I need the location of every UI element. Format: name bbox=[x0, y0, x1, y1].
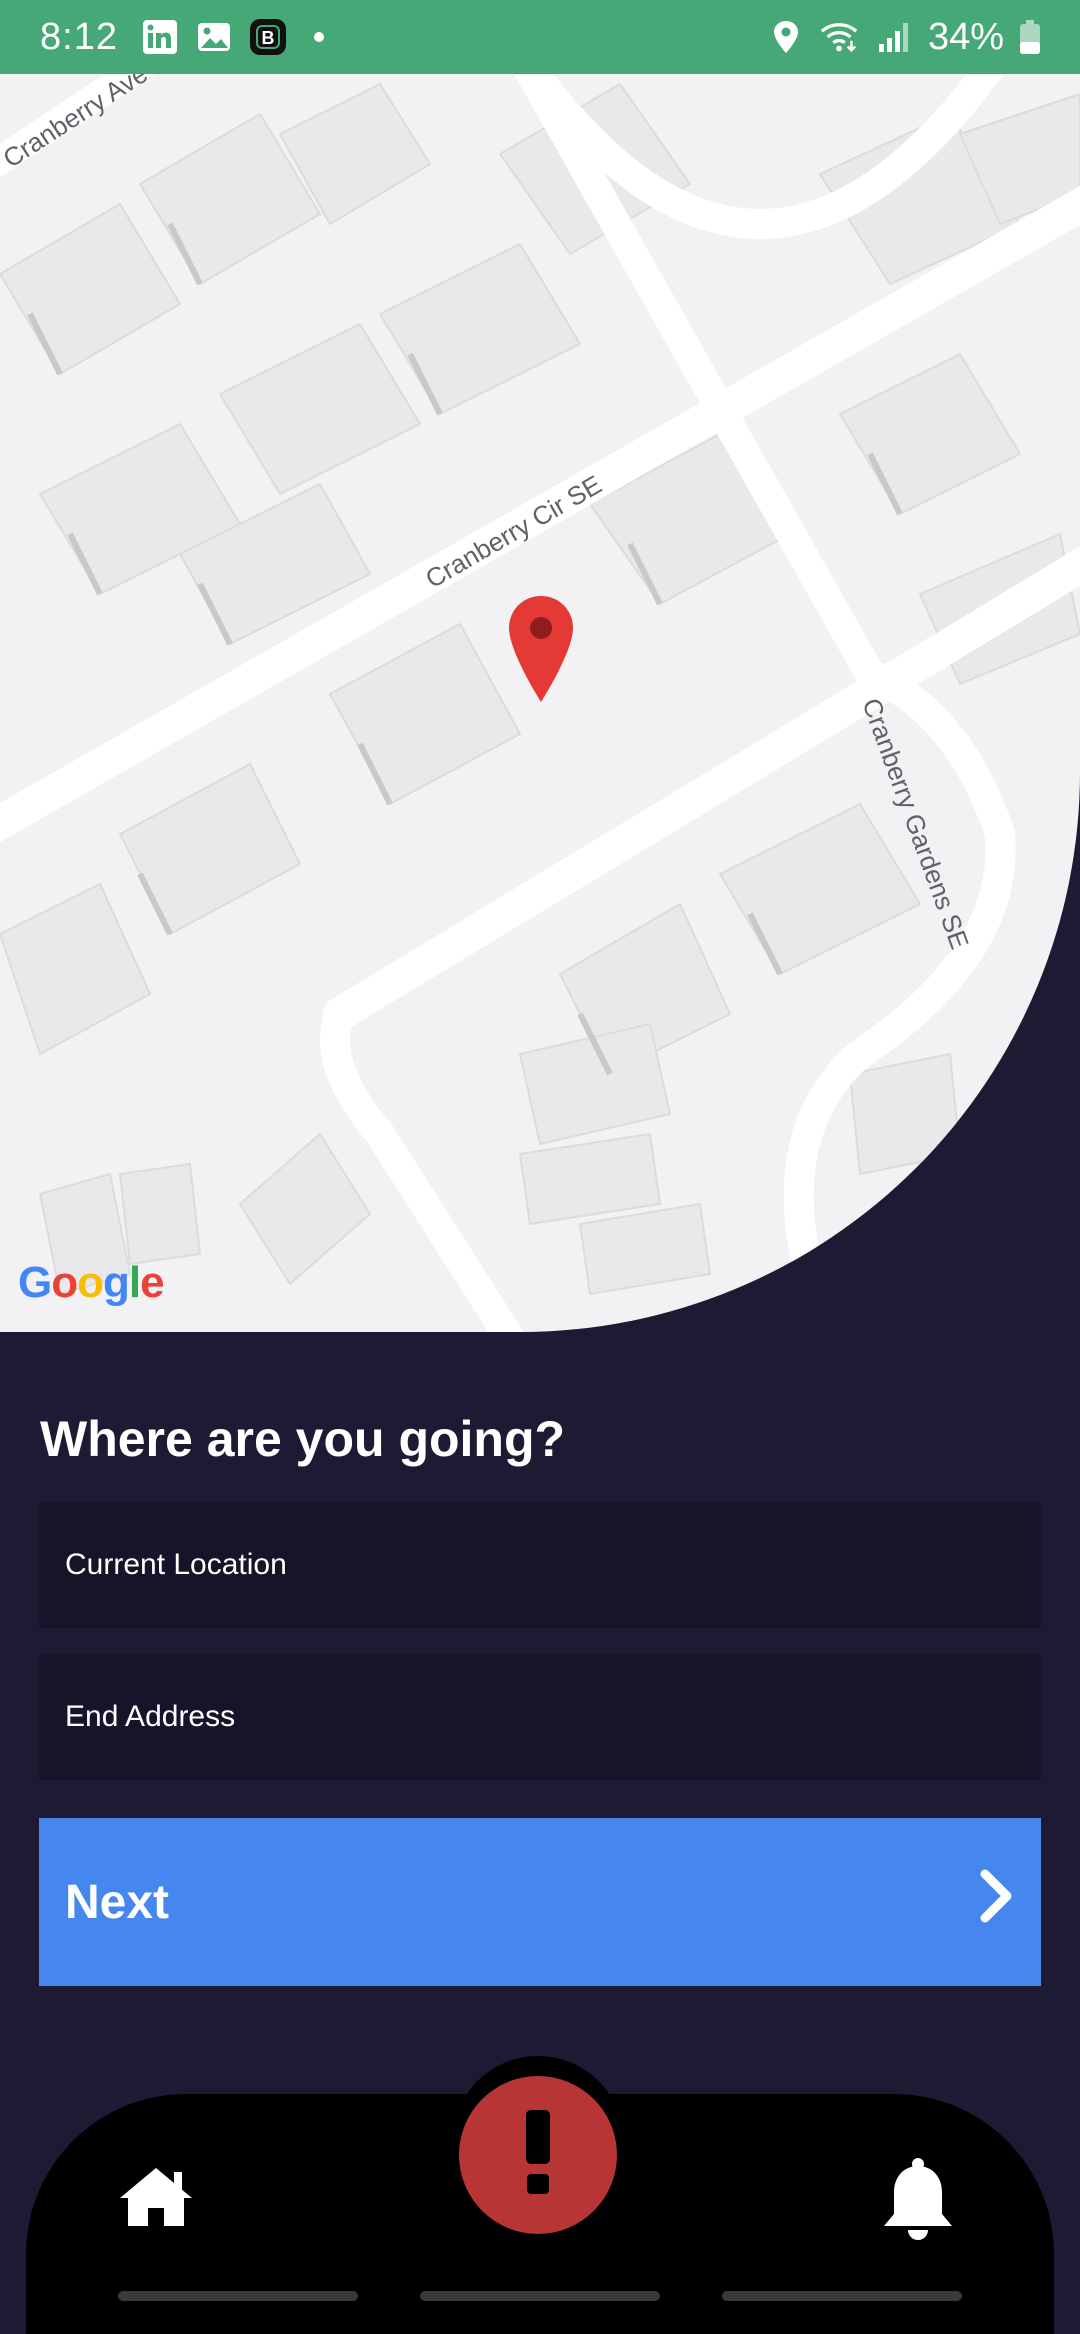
location-icon bbox=[766, 17, 806, 57]
start-location-placeholder: Current Location bbox=[65, 1548, 287, 1581]
battery-percent: 34% bbox=[927, 15, 1004, 58]
google-letter: G bbox=[18, 1258, 52, 1307]
alert-button[interactable] bbox=[459, 2076, 617, 2234]
next-button[interactable]: Next bbox=[39, 1818, 1041, 1986]
google-letter: o bbox=[51, 1258, 78, 1307]
google-letter: e bbox=[140, 1258, 165, 1307]
chevron-right-icon bbox=[977, 1868, 1017, 1936]
page-title: Where are you going? bbox=[40, 1411, 566, 1467]
status-time: 8:12 bbox=[40, 15, 118, 58]
end-address-placeholder: End Address bbox=[65, 1700, 236, 1733]
linkedin-icon bbox=[140, 17, 180, 57]
battery-icon bbox=[1018, 17, 1042, 57]
google-letter: o bbox=[77, 1258, 104, 1307]
status-bar: 8:12 B 34% bbox=[0, 0, 1080, 74]
signal-icon bbox=[874, 17, 914, 57]
gallery-icon bbox=[194, 17, 234, 57]
google-attribution-logo: Google bbox=[18, 1258, 165, 1308]
start-location-field[interactable]: Current Location bbox=[39, 1502, 1041, 1628]
location-pin-icon[interactable] bbox=[506, 594, 576, 709]
google-letter: l bbox=[128, 1258, 141, 1307]
gesture-bar-center bbox=[420, 2291, 660, 2301]
map-view[interactable]: Cranberry Ave Cranberry Cir SE Cranberry… bbox=[0, 74, 1080, 1332]
bell-icon[interactable] bbox=[878, 2156, 958, 2249]
home-icon[interactable] bbox=[118, 2164, 194, 2235]
end-address-field[interactable]: End Address bbox=[39, 1654, 1041, 1780]
status-bar-left: 8:12 B bbox=[40, 16, 324, 59]
gesture-bar-right bbox=[722, 2291, 962, 2301]
google-letter: g bbox=[103, 1258, 130, 1307]
next-button-label: Next bbox=[65, 1875, 170, 1929]
alert-icon bbox=[518, 2108, 558, 2203]
wifi-icon bbox=[820, 17, 860, 57]
notification-dot bbox=[313, 32, 324, 42]
gesture-bar-left bbox=[118, 2291, 358, 2301]
status-bar-right: 34% bbox=[766, 16, 1042, 59]
b-app-icon: B bbox=[248, 17, 288, 57]
svg-text:B: B bbox=[261, 28, 274, 48]
